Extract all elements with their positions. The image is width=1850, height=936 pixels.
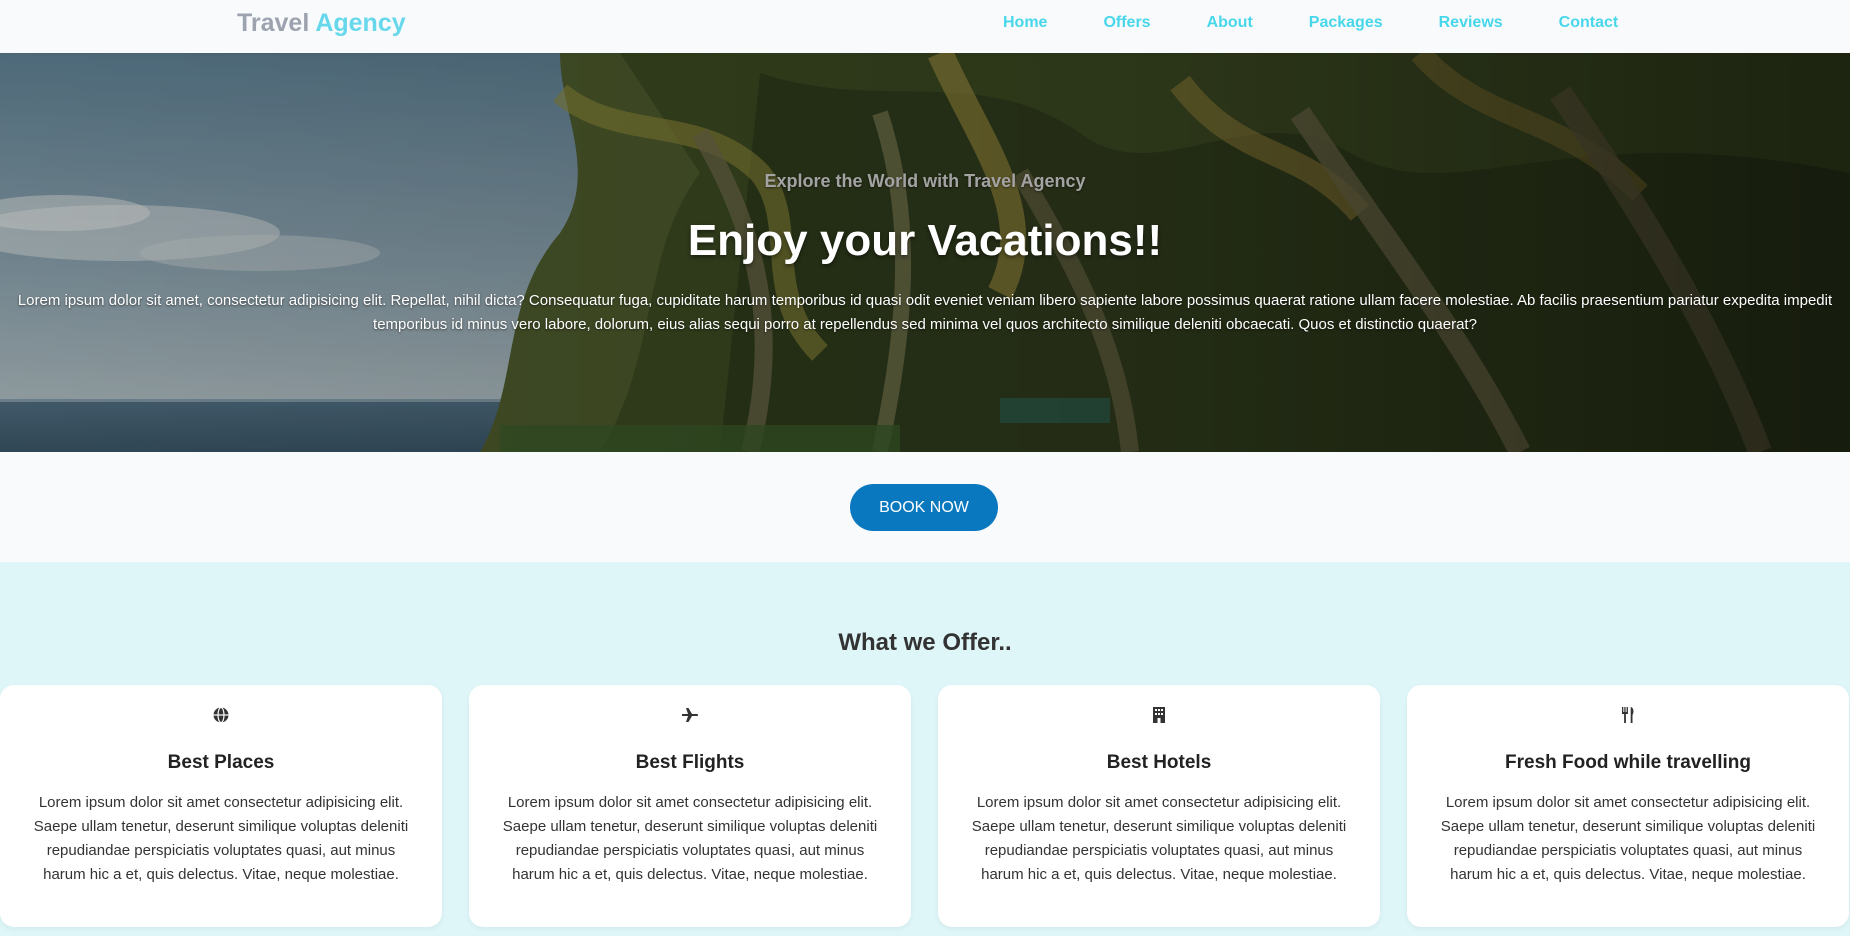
nav-contact-link[interactable]: Contact <box>1559 14 1619 32</box>
nav-offers-link[interactable]: Offers <box>1103 14 1150 32</box>
offer-card-text: Lorem ipsum dolor sit amet consectetur a… <box>1440 794 1816 883</box>
nav-about-link[interactable]: About <box>1207 14 1253 32</box>
nav-home-link[interactable]: Home <box>1003 14 1047 32</box>
hotel-icon <box>938 706 1380 726</box>
nav-packages-link[interactable]: Packages <box>1309 14 1383 32</box>
offer-section: What we Offer.. Best Places Lorem ipsum … <box>0 562 1850 936</box>
hero-description: Lorem ipsum dolor sit amet, consectetur … <box>17 292 1833 333</box>
offer-card-places: Best Places Lorem ipsum dolor sit amet c… <box>0 685 442 927</box>
hero-section: Explore the World with Travel Agency Enj… <box>0 53 1850 452</box>
brand-part-2: Agency <box>315 9 406 37</box>
globe-icon <box>0 706 442 726</box>
nav-menu: Home Offers About Packages Reviews Conta… <box>1003 14 1618 32</box>
offer-card-title: Best Flights <box>635 752 745 773</box>
offer-card-flights: Best Flights Lorem ipsum dolor sit amet … <box>469 685 911 927</box>
offer-card-text: Lorem ipsum dolor sit amet consectetur a… <box>502 794 878 883</box>
offer-card-title: Best Places <box>167 752 275 773</box>
offer-card-text: Lorem ipsum dolor sit amet consectetur a… <box>971 794 1347 883</box>
utensils-icon <box>1407 706 1849 726</box>
offer-card-title: Best Hotels <box>1106 752 1212 773</box>
hero-kicker: Explore the World with Travel Agency <box>764 171 1086 191</box>
nav-reviews-link[interactable]: Reviews <box>1439 14 1503 32</box>
hero-content: Explore the World with Travel Agency Enj… <box>0 53 1850 452</box>
offer-card-title: Fresh Food while travelling <box>1505 752 1751 773</box>
offer-card-text: Lorem ipsum dolor sit amet consectetur a… <box>33 794 409 883</box>
offer-card-food: Fresh Food while travelling Lorem ipsum … <box>1407 685 1849 927</box>
offer-title: What we Offer.. <box>838 629 1012 656</box>
book-now-button[interactable]: BOOK NOW <box>850 484 998 531</box>
brand-part-1: Travel <box>237 9 310 37</box>
plane-icon <box>469 706 911 726</box>
brand-logo[interactable]: Travel Agency <box>237 9 406 38</box>
navbar: Travel Agency Home Offers About Packages… <box>0 0 1850 53</box>
book-section: BOOK NOW <box>0 452 1850 562</box>
offer-card-hotels: Best Hotels Lorem ipsum dolor sit amet c… <box>938 685 1380 927</box>
hero-title: Enjoy your Vacations!! <box>687 216 1163 265</box>
